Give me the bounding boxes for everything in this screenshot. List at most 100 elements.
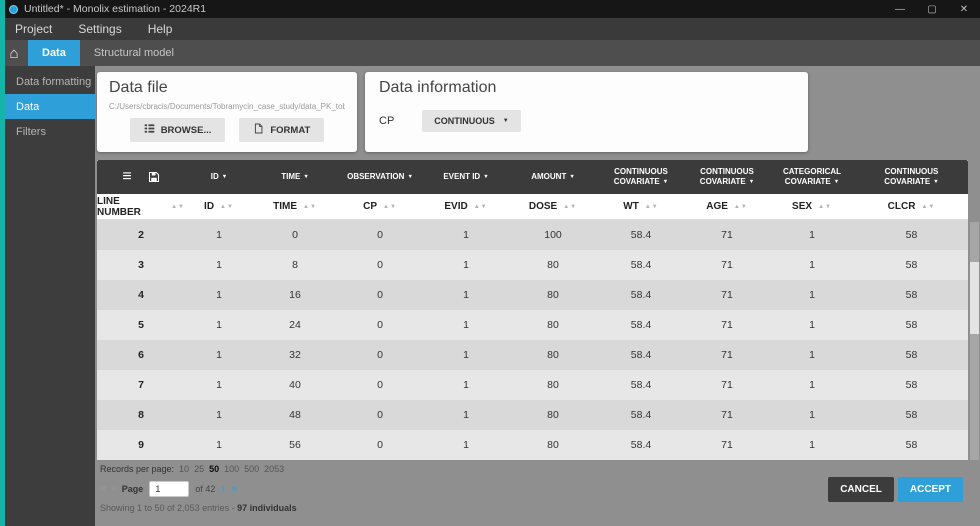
column-type-header-continuous-covariate[interactable]: CONTINUOUS COVARIATE▼ bbox=[855, 167, 968, 188]
sort-arrows-icon[interactable]: ▲▼ bbox=[303, 204, 317, 210]
table-cell: 100 bbox=[509, 229, 597, 241]
chevron-down-icon: ▼ bbox=[222, 174, 227, 180]
sidebar-item-filters[interactable]: Filters bbox=[5, 119, 95, 144]
records-option-2053[interactable]: 2053 bbox=[264, 464, 284, 474]
menu-help[interactable]: Help bbox=[135, 22, 186, 36]
format-button-label: FORMAT bbox=[270, 125, 310, 136]
first-page-button[interactable]: « bbox=[100, 484, 106, 495]
save-icon[interactable] bbox=[148, 171, 160, 183]
table-cell: 58 bbox=[855, 349, 968, 361]
records-option-50[interactable]: 50 bbox=[209, 464, 219, 474]
tab-structural-model[interactable]: Structural model bbox=[80, 40, 188, 66]
left-accent-strip bbox=[0, 0, 5, 526]
table-tools-cell: ≡ bbox=[97, 169, 185, 185]
column-type-label: CONTINUOUS COVARIATE bbox=[884, 167, 938, 186]
menu-settings[interactable]: Settings bbox=[65, 22, 134, 36]
table-cell: 80 bbox=[509, 379, 597, 391]
table-cell: 80 bbox=[509, 319, 597, 331]
data-file-title: Data file bbox=[109, 79, 345, 97]
table-cell: 1 bbox=[423, 439, 509, 451]
table-cell: 1 bbox=[185, 349, 253, 361]
tab-data[interactable]: Data bbox=[28, 40, 80, 66]
action-buttons: CANCEL ACCEPT bbox=[828, 477, 963, 502]
table-cell: 71 bbox=[685, 349, 769, 361]
sort-arrows-icon[interactable]: ▲▼ bbox=[474, 204, 488, 210]
sidebar-item-data[interactable]: Data bbox=[5, 94, 95, 119]
table-row[interactable]: 2100110058.471158 bbox=[97, 220, 968, 250]
sort-arrows-icon[interactable]: ▲▼ bbox=[734, 204, 748, 210]
sort-arrows-icon[interactable]: ▲▼ bbox=[220, 204, 234, 210]
chevron-down-icon: ▼ bbox=[569, 174, 574, 180]
next-page-button[interactable]: › bbox=[221, 484, 225, 495]
app-icon bbox=[9, 5, 18, 14]
table-cell: 80 bbox=[509, 259, 597, 271]
app-window: Untitled* - Monolix estimation - 2024R1 … bbox=[0, 0, 980, 526]
column-type-header-event-id[interactable]: EVENT ID▼ bbox=[423, 172, 509, 182]
table-cell: 0 bbox=[337, 439, 423, 451]
sidebar-item-data-formatting[interactable]: Data formatting bbox=[5, 69, 95, 94]
table-cell: 58.4 bbox=[597, 259, 685, 271]
column-type-header-continuous-covariate[interactable]: CONTINUOUS COVARIATE▼ bbox=[685, 167, 769, 188]
scrollbar-thumb[interactable] bbox=[970, 262, 979, 334]
table-cell: 4 bbox=[97, 289, 185, 301]
table-row[interactable]: 9156018058.471158 bbox=[97, 430, 968, 460]
table-cell: 1 bbox=[423, 229, 509, 241]
chevron-down-icon: ▼ bbox=[303, 174, 308, 180]
prev-page-button[interactable]: ‹ bbox=[112, 484, 116, 495]
column-header-label: EVID bbox=[444, 201, 467, 212]
browse-button[interactable]: BROWSE... bbox=[130, 118, 226, 142]
table-row[interactable]: 7140018058.471158 bbox=[97, 370, 968, 400]
page-input[interactable] bbox=[149, 481, 189, 497]
column-type-header-observation[interactable]: OBSERVATION▼ bbox=[337, 172, 423, 182]
column-header-evid: EVID ▲▼ bbox=[423, 201, 509, 212]
column-header-time: TIME▲▼ bbox=[253, 201, 337, 212]
column-type-header-continuous-covariate[interactable]: CONTINUOUS COVARIATE▼ bbox=[597, 167, 685, 188]
sort-arrows-icon[interactable]: ▲▼ bbox=[383, 204, 397, 210]
close-button[interactable]: ✕ bbox=[948, 0, 980, 18]
sort-arrows-icon[interactable]: ▲▼ bbox=[645, 204, 659, 210]
table-cell: 1 bbox=[769, 289, 855, 301]
format-button[interactable]: FORMAT bbox=[239, 118, 324, 142]
table-cell: 0 bbox=[253, 229, 337, 241]
column-type-header-id[interactable]: ID▼ bbox=[185, 172, 253, 182]
sort-arrows-icon[interactable]: ▲▼ bbox=[818, 204, 832, 210]
window-controls: — ▢ ✕ bbox=[884, 0, 980, 18]
table-row[interactable]: 8148018058.471158 bbox=[97, 400, 968, 430]
records-option-10[interactable]: 10 bbox=[179, 464, 189, 474]
records-option-25[interactable]: 25 bbox=[194, 464, 204, 474]
table-cell: 16 bbox=[253, 289, 337, 301]
table-row[interactable]: 4116018058.471158 bbox=[97, 280, 968, 310]
column-type-header-categorical-covariate[interactable]: CATEGORICAL COVARIATE▼ bbox=[769, 167, 855, 188]
cp-type-dropdown[interactable]: CONTINUOUS ▼ bbox=[422, 110, 520, 132]
sort-arrows-icon[interactable]: ▲▼ bbox=[563, 204, 577, 210]
records-option-500[interactable]: 500 bbox=[244, 464, 259, 474]
individuals-count: 97 individuals bbox=[237, 503, 297, 513]
table-cell: 1 bbox=[423, 259, 509, 271]
column-header-id: ID▲▼ bbox=[185, 201, 253, 212]
table-row[interactable]: 318018058.471158 bbox=[97, 250, 968, 280]
showing-entries-text: Showing 1 to 50 of 2,053 entries - 97 in… bbox=[100, 503, 297, 513]
records-option-100[interactable]: 100 bbox=[224, 464, 239, 474]
table-cell: 58.4 bbox=[597, 439, 685, 451]
table-row[interactable]: 6132018058.471158 bbox=[97, 340, 968, 370]
maximize-button[interactable]: ▢ bbox=[916, 0, 948, 18]
last-page-button[interactable]: » bbox=[231, 484, 237, 495]
column-type-header-time[interactable]: TIME▼ bbox=[253, 172, 337, 182]
table-cell: 58 bbox=[855, 439, 968, 451]
table-row[interactable]: 5124018058.471158 bbox=[97, 310, 968, 340]
column-type-label: CONTINUOUS COVARIATE bbox=[700, 167, 754, 186]
menu-project[interactable]: Project bbox=[2, 22, 65, 36]
sort-arrows-icon[interactable]: ▲▼ bbox=[171, 204, 185, 210]
minimize-button[interactable]: — bbox=[884, 0, 916, 18]
chevron-down-icon: ▼ bbox=[834, 179, 839, 185]
table-cell: 0 bbox=[337, 229, 423, 241]
column-header-label: CLCR bbox=[888, 201, 916, 212]
menu-icon[interactable]: ≡ bbox=[122, 169, 131, 185]
vertical-scrollbar[interactable] bbox=[970, 222, 979, 460]
sort-arrows-icon[interactable]: ▲▼ bbox=[921, 204, 935, 210]
accept-button[interactable]: ACCEPT bbox=[898, 477, 963, 502]
column-type-label: CATEGORICAL COVARIATE bbox=[783, 167, 841, 186]
column-type-header-amount[interactable]: AMOUNT▼ bbox=[509, 172, 597, 182]
column-type-label: OBSERVATION bbox=[347, 172, 404, 181]
cancel-button[interactable]: CANCEL bbox=[828, 477, 894, 502]
